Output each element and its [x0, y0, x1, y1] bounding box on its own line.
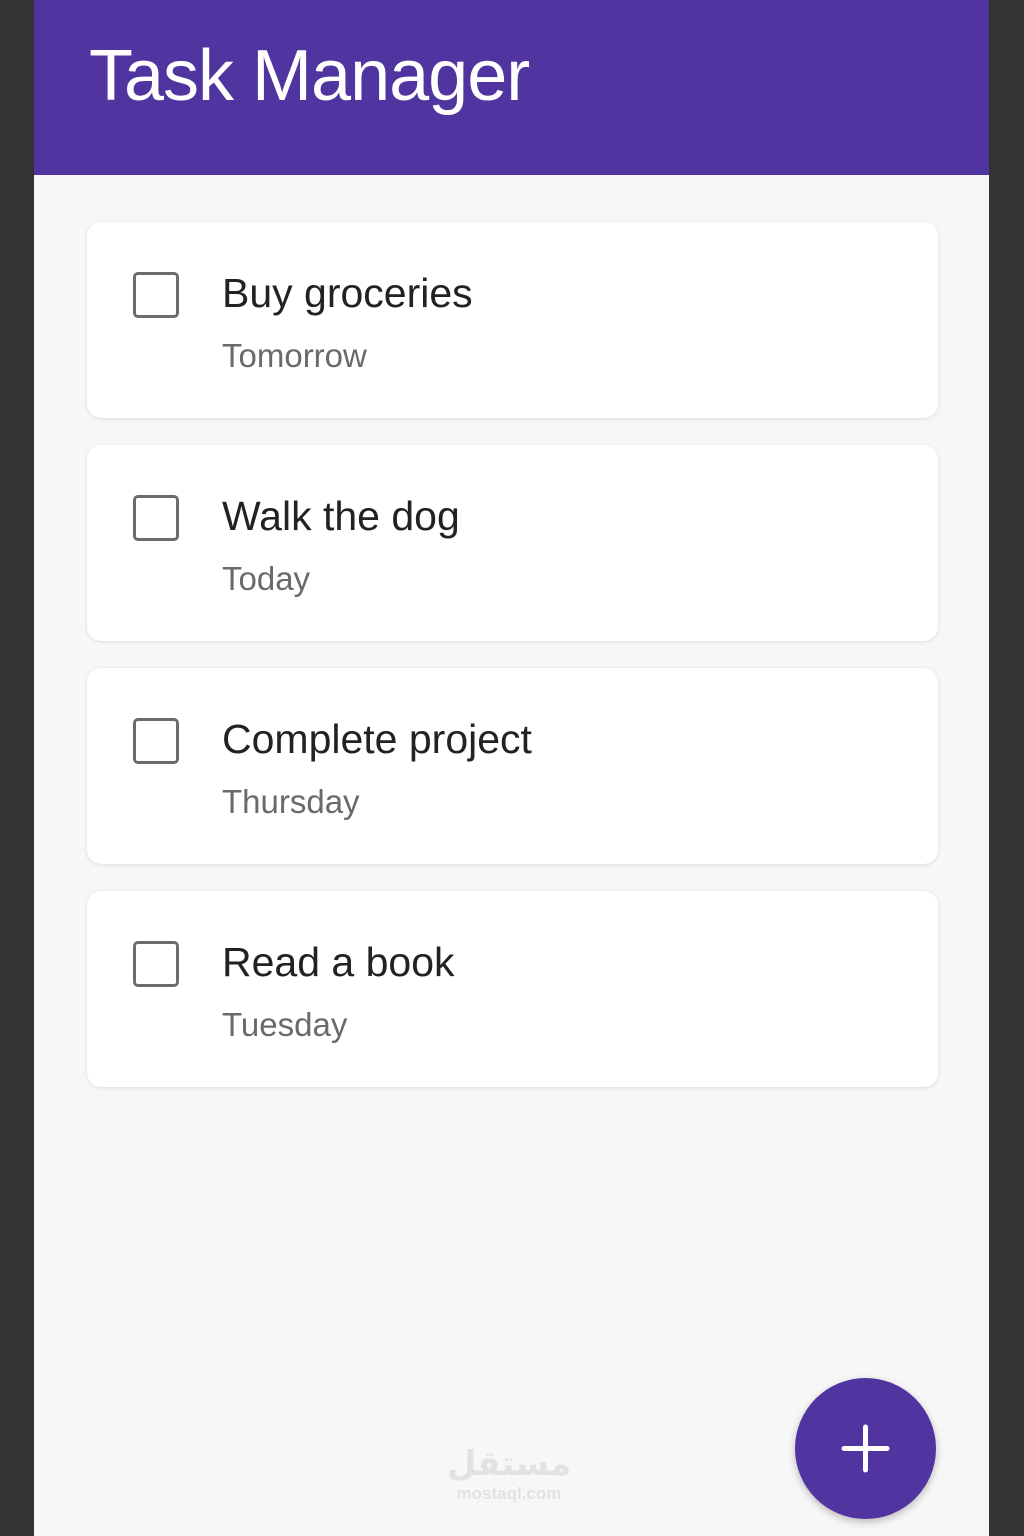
app-screen: Task Manager Buy groceries Tomorrow Walk…	[34, 0, 989, 1536]
plus-icon	[841, 1424, 890, 1473]
task-card-walk-the-dog[interactable]: Walk the dog Today	[87, 445, 938, 641]
task-checkbox[interactable]	[133, 718, 179, 764]
task-checkbox[interactable]	[133, 495, 179, 541]
task-due-date: Tuesday	[222, 1006, 348, 1043]
watermark-text: mostaql.com	[456, 1484, 562, 1503]
task-checkbox[interactable]	[133, 941, 179, 987]
task-card-complete-project[interactable]: Complete project Thursday	[87, 668, 938, 864]
watermark-logo: مستقل	[446, 1444, 572, 1484]
app-bar: Task Manager	[34, 0, 989, 175]
task-title: Buy groceries	[222, 270, 473, 316]
task-due-date: Thursday	[222, 783, 360, 820]
task-card-read-a-book[interactable]: Read a book Tuesday	[87, 891, 938, 1087]
task-title: Read a book	[222, 939, 455, 985]
task-title: Complete project	[222, 716, 532, 762]
task-card-buy-groceries[interactable]: Buy groceries Tomorrow	[87, 222, 938, 418]
task-list: Buy groceries Tomorrow Walk the dog Toda…	[87, 222, 938, 1114]
task-due-date: Tomorrow	[222, 337, 367, 374]
task-checkbox[interactable]	[133, 272, 179, 318]
page-title: Task Manager	[89, 36, 530, 116]
task-title: Walk the dog	[222, 493, 460, 539]
task-due-date: Today	[222, 560, 311, 597]
add-task-button[interactable]	[795, 1378, 936, 1519]
watermark: مستقل mostaql.com	[439, 1444, 579, 1504]
